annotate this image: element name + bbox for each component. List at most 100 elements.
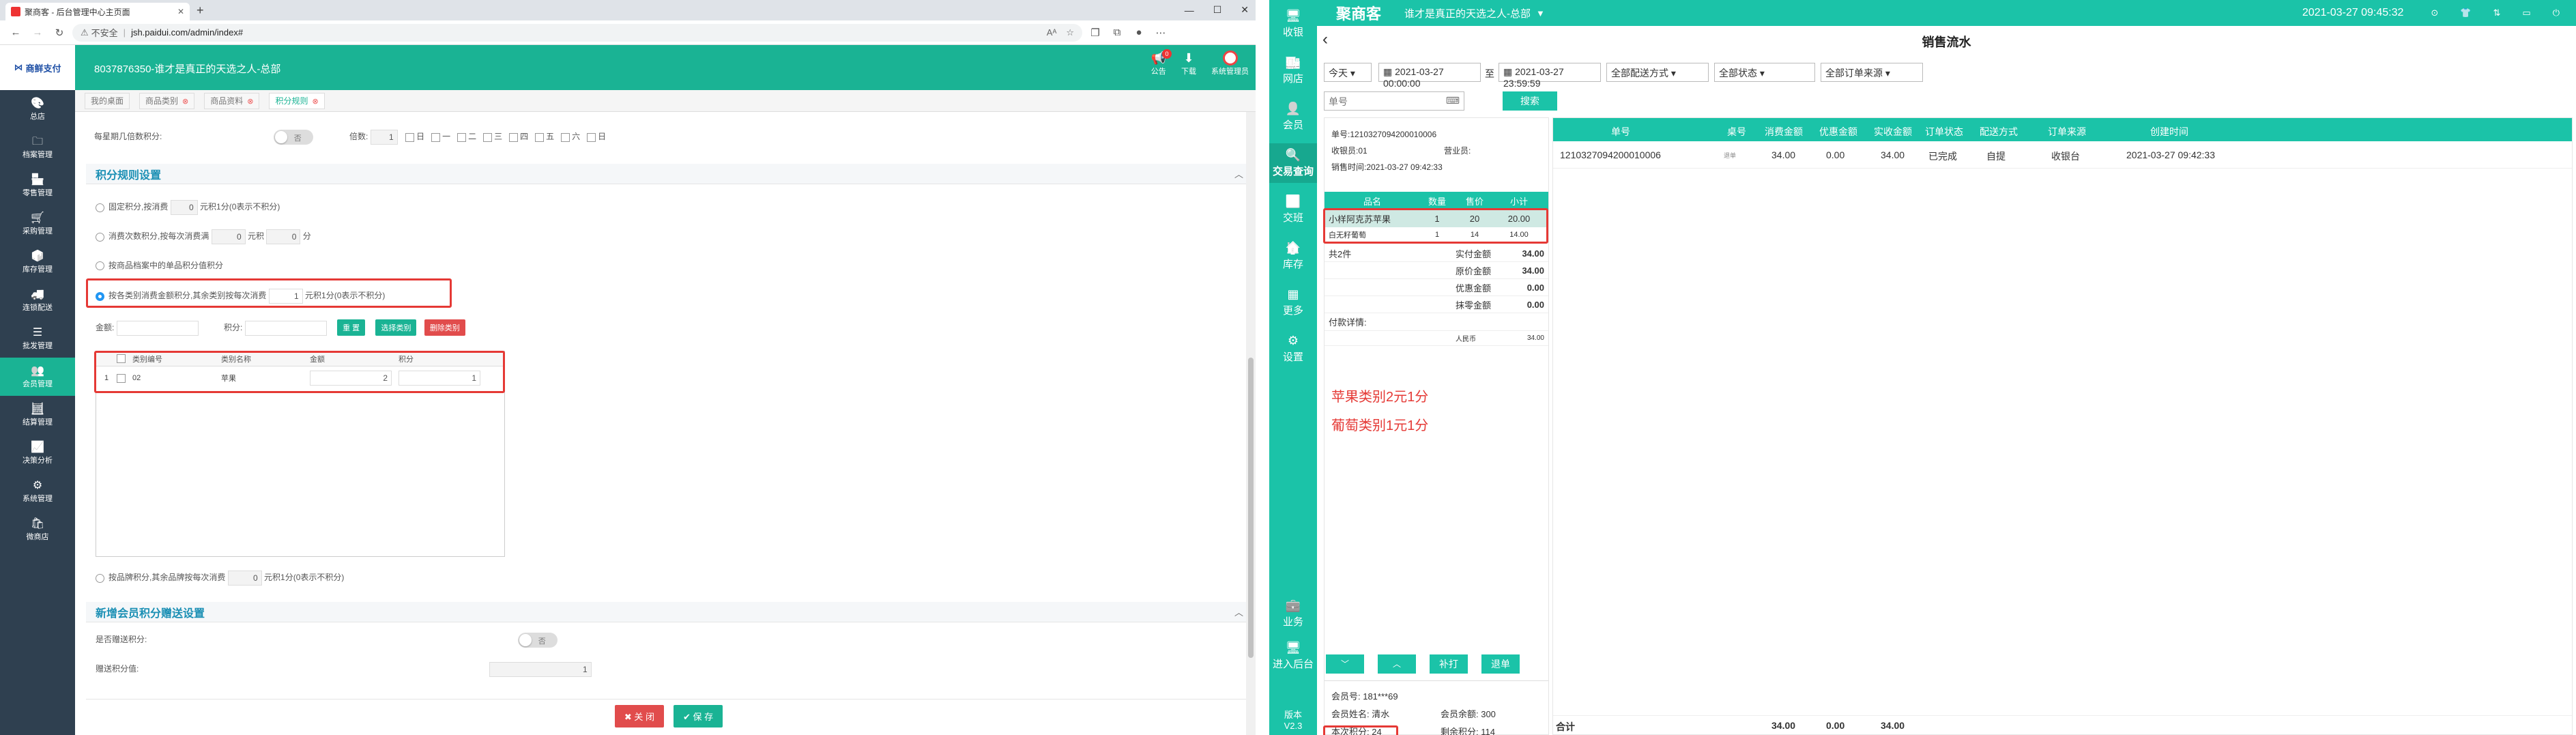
sidebar-item-7[interactable]: 👥 会员管理 [0,358,75,396]
scrollbar-thumb[interactable] [1248,358,1254,658]
weekday-option[interactable]: 三 [483,132,502,142]
swap-icon[interactable]: ⇅ [2493,8,2501,18]
checkbox-icon[interactable] [535,132,545,142]
scroll-down-button[interactable]: ﹀ [1326,654,1364,674]
gift-toggle[interactable]: 否 [517,633,558,648]
keyboard-icon[interactable]: ⌨ [1446,95,1460,106]
option-count[interactable]: 消费次数积分,按每次消费满 0 元积 0 分 [96,229,311,244]
start-date[interactable]: ▦ 2021-03-27 00:00:00 [1378,63,1481,89]
option-brand[interactable]: 按品牌积分,其余品牌按每次消费 0 元积1分(0表示不积分) [96,571,344,586]
scroll-up-button[interactable]: ︿ [1378,654,1416,674]
download-button[interactable]: ⬇ 下载 [1181,51,1196,76]
radio-icon[interactable] [96,573,104,583]
pos-nav-backend[interactable]: 🖥 进入后台 [1269,636,1317,676]
minimize-icon[interactable]: — [1185,5,1194,16]
profile-icon[interactable]: ● [1130,24,1148,42]
sidebar-item-2[interactable]: 🏪 零售管理 [0,167,75,205]
order-search-input[interactable]: 单号 ⌨ [1324,91,1464,111]
power-icon[interactable]: ⏻ [2553,8,2560,18]
checkbox-icon[interactable] [587,132,596,142]
question-icon[interactable]: ⊙ [2431,8,2438,18]
weekday-option[interactable]: 二 [457,132,476,142]
save-button[interactable]: ✔ 保 存 [674,705,723,727]
sidebar-item-8[interactable]: 🧮 结算管理 [0,396,75,434]
section-header-rules[interactable]: 积分规则设置 ︿ [86,164,1251,184]
more-icon[interactable]: ⋯ [1152,24,1170,42]
forward-icon[interactable]: → [29,24,46,42]
refund-button[interactable]: 退单 [1481,654,1520,674]
collections-icon[interactable]: ❐ [1086,24,1104,42]
sidebar-item-10[interactable]: ⚙ 系统管理 [0,472,75,510]
favorite-icon[interactable]: ☆ [1066,27,1074,38]
weekday-toggle[interactable]: 否 [273,130,313,145]
select-category-button[interactable]: 选择类别 [375,319,417,336]
source-select[interactable]: 全部订单来源 ▾ [1821,63,1923,82]
radio-icon[interactable] [96,203,104,212]
weekday-option[interactable]: 四 [509,132,528,142]
pos-nav-shop[interactable]: 🏬 网店 [1269,51,1317,90]
checkbox-icon[interactable] [431,132,441,142]
user-menu[interactable]: 系统管理员 [1211,51,1249,76]
gift-value-input[interactable]: 1 [489,662,592,677]
tab-0[interactable]: 我的桌面 [85,93,130,109]
maximize-icon[interactable]: ☐ [1213,4,1222,16]
sidebar-item-0[interactable]: 🎨 总店 [0,90,75,128]
delete-category-button[interactable]: 删除类别 [424,319,465,336]
weekday-option[interactable]: 日 [587,132,606,142]
close-window-icon[interactable]: ✕ [1241,4,1249,16]
tab-close-icon[interactable]: ⊗ [313,98,319,106]
pos-nav-member[interactable]: 👤 会员 [1269,97,1317,136]
close-button[interactable]: ✖ 关 闭 [614,705,664,727]
amount-input[interactable] [116,320,199,336]
sidebar-item-3[interactable]: 🛒 采购管理 [0,205,75,243]
status-select[interactable]: 全部状态 ▾ [1714,63,1815,82]
sidebar-item-6[interactable]: ☰ 批发管理 [0,319,75,358]
reset-button[interactable]: 重 置 [337,319,366,336]
collapse-icon[interactable]: ︿ [1234,167,1243,180]
weekday-option[interactable]: 一 [431,132,450,142]
pos-nav-warehouse[interactable]: 🏠 库存 [1269,236,1317,276]
window-icon[interactable]: ▭ [2522,8,2530,18]
pos-store-title[interactable]: 谁才是真正的天选之人-总部 [1404,6,1531,20]
tab-close-icon[interactable]: ⊗ [247,98,253,106]
tab-3[interactable]: 积分规则 ⊗ [269,93,325,109]
scrollbar[interactable] [1246,112,1256,735]
search-button[interactable]: 搜索 [1503,91,1557,111]
new-tab-button[interactable]: + [197,3,204,18]
checkbox-icon[interactable] [483,132,493,142]
tab-1[interactable]: 商品类别 ⊗ [139,93,195,109]
tab-close-icon[interactable]: ✕ [177,7,184,16]
pos-nav-business[interactable]: 💼 业务 [1269,594,1317,633]
back-icon[interactable]: ← [7,24,25,42]
multiplier-input[interactable]: 1 [370,130,398,145]
pos-nav-grid[interactable]: ▦ 更多 [1269,283,1317,322]
pos-nav-shift[interactable]: 🔄 交班 [1269,190,1317,229]
delivery-select[interactable]: 全部配送方式 ▾ [1606,63,1709,82]
checkbox-icon[interactable] [509,132,519,142]
extensions-icon[interactable]: ⧉ [1108,24,1126,42]
sidebar-item-11[interactable]: 🛍 微商店 [0,510,75,549]
shirt-icon[interactable]: 👕 [2460,8,2471,18]
notice-button[interactable]: 📢 0 公告 [1151,48,1172,76]
period-select[interactable]: 今天 ▾ [1324,63,1372,82]
checkbox-icon[interactable] [405,132,415,142]
reprint-button[interactable]: 补打 [1430,654,1468,674]
pos-nav-search[interactable]: 🔍 交易查询 [1269,143,1317,183]
option-fixed[interactable]: 固定积分,按消费 0 元积1分(0表示不积分) [96,200,280,215]
sidebar-item-4[interactable]: 📦 库存管理 [0,243,75,281]
weekday-option[interactable]: 六 [561,132,580,142]
tab-close-icon[interactable]: ⊗ [182,98,188,106]
radio-icon[interactable] [96,232,104,242]
checkbox-icon[interactable] [561,132,570,142]
pos-nav-cashier[interactable]: 🖥 收银 [1269,4,1317,44]
checkbox-icon[interactable] [457,132,467,142]
section-header-gift[interactable]: 新增会员积分赠送设置 ︿ [86,602,1251,622]
sidebar-item-9[interactable]: 📈 决策分析 [0,434,75,472]
points-input[interactable] [244,320,327,336]
option-item[interactable]: 按商品档案中的单品积分值积分 [96,259,223,271]
weekday-option[interactable]: 五 [535,132,554,142]
end-date[interactable]: ▦ 2021-03-27 23:59:59 [1499,63,1601,89]
pos-nav-gear[interactable]: ⚙ 设置 [1269,329,1317,369]
sidebar-item-5[interactable]: 🚚 连锁配送 [0,281,75,319]
chevron-down-icon[interactable]: ▼ [1536,8,1545,18]
